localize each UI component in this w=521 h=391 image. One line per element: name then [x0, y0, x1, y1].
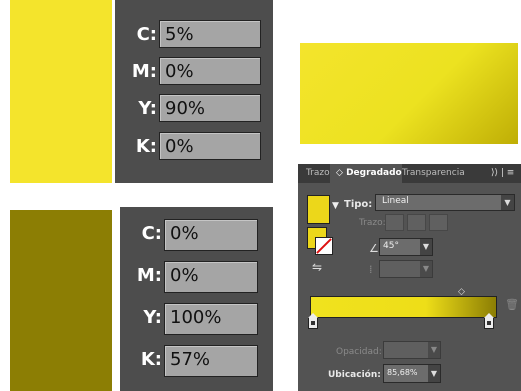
cmyk-panel-yellow: C: 5% M: 0% Y: 90% K: 0%: [115, 0, 273, 183]
m-label: M:: [131, 61, 157, 82]
tab-transparency[interactable]: Transparencia: [402, 164, 465, 183]
c-label: C:: [141, 223, 162, 244]
gradient-preview: [300, 43, 518, 144]
c-field[interactable]: 0%: [164, 219, 258, 251]
y-field[interactable]: 90%: [159, 94, 261, 122]
location-value: 85,68%: [387, 368, 418, 377]
trash-icon[interactable]: 🗑: [505, 298, 519, 311]
chevron-down-icon: ▼: [420, 261, 432, 277]
location-label: Ubicación:: [328, 370, 381, 380]
gradient-stop-start[interactable]: [308, 313, 318, 329]
reverse-gradient-icon[interactable]: ⇋: [312, 260, 322, 274]
panel-menu-button[interactable]: ⟩⟩ | ≡: [491, 164, 514, 183]
none-swatch[interactable]: [315, 237, 333, 255]
gradient-panel: Trazo ◇ Degradado Transparencia ⟩⟩ | ≡ ▼…: [298, 164, 521, 391]
panel-tab-bar: Trazo ◇ Degradado Transparencia ⟩⟩ | ≡: [298, 164, 521, 183]
c-field[interactable]: 5%: [159, 20, 261, 48]
angle-value: 45°: [383, 241, 399, 251]
k-label: K:: [135, 136, 157, 157]
opacity-field[interactable]: ▼: [383, 341, 441, 359]
m-label: M:: [136, 265, 162, 286]
yellow-swatch: [10, 0, 112, 183]
location-field[interactable]: 85,68% ▼: [383, 364, 441, 383]
k-label: K:: [140, 349, 162, 370]
chevron-down-icon: ▼: [428, 342, 440, 358]
stroke-label: Trazo:: [359, 218, 386, 228]
k-field[interactable]: 57%: [164, 345, 258, 377]
angle-field[interactable]: 45° ▼: [379, 238, 433, 256]
chevron-down-icon: ▼: [501, 195, 514, 210]
none-slash-icon: [316, 238, 332, 254]
chevron-down-icon: ▼: [420, 239, 432, 255]
chevron-down-icon[interactable]: ▼: [332, 201, 339, 211]
k-field[interactable]: 0%: [159, 132, 261, 160]
type-value: Lineal: [382, 196, 409, 206]
y-label: Y:: [143, 307, 162, 328]
y-field[interactable]: 100%: [164, 303, 258, 335]
olive-swatch: [10, 210, 112, 391]
tab-stroke[interactable]: Trazo: [306, 164, 330, 183]
m-field[interactable]: 0%: [159, 57, 261, 85]
cmyk-panel-olive: C: 0% M: 0% Y: 100% K: 57%: [120, 207, 273, 391]
m-field[interactable]: 0%: [164, 261, 258, 293]
stroke-gradient-along-button[interactable]: [407, 214, 426, 231]
stroke-gradient-across-button[interactable]: [429, 214, 448, 231]
y-label: Y:: [138, 98, 157, 119]
gradient-slider[interactable]: [310, 296, 497, 318]
gradient-thumbnail[interactable]: [307, 195, 330, 224]
aspect-ratio-field[interactable]: ▼: [379, 260, 433, 278]
c-label: C:: [136, 24, 157, 45]
stroke-gradient-within-button[interactable]: [385, 214, 404, 231]
chevron-down-icon: ▼: [428, 365, 440, 382]
type-select[interactable]: Lineal ▼: [375, 194, 515, 211]
aspect-ratio-icon: ⁞: [369, 263, 373, 276]
gradient-stop-end[interactable]: [484, 313, 494, 329]
opacity-label: Opacidad:: [336, 347, 382, 357]
type-label: Tipo:: [344, 199, 373, 210]
angle-icon: ∠: [369, 242, 379, 255]
tab-gradient[interactable]: ◇ Degradado: [330, 164, 402, 183]
